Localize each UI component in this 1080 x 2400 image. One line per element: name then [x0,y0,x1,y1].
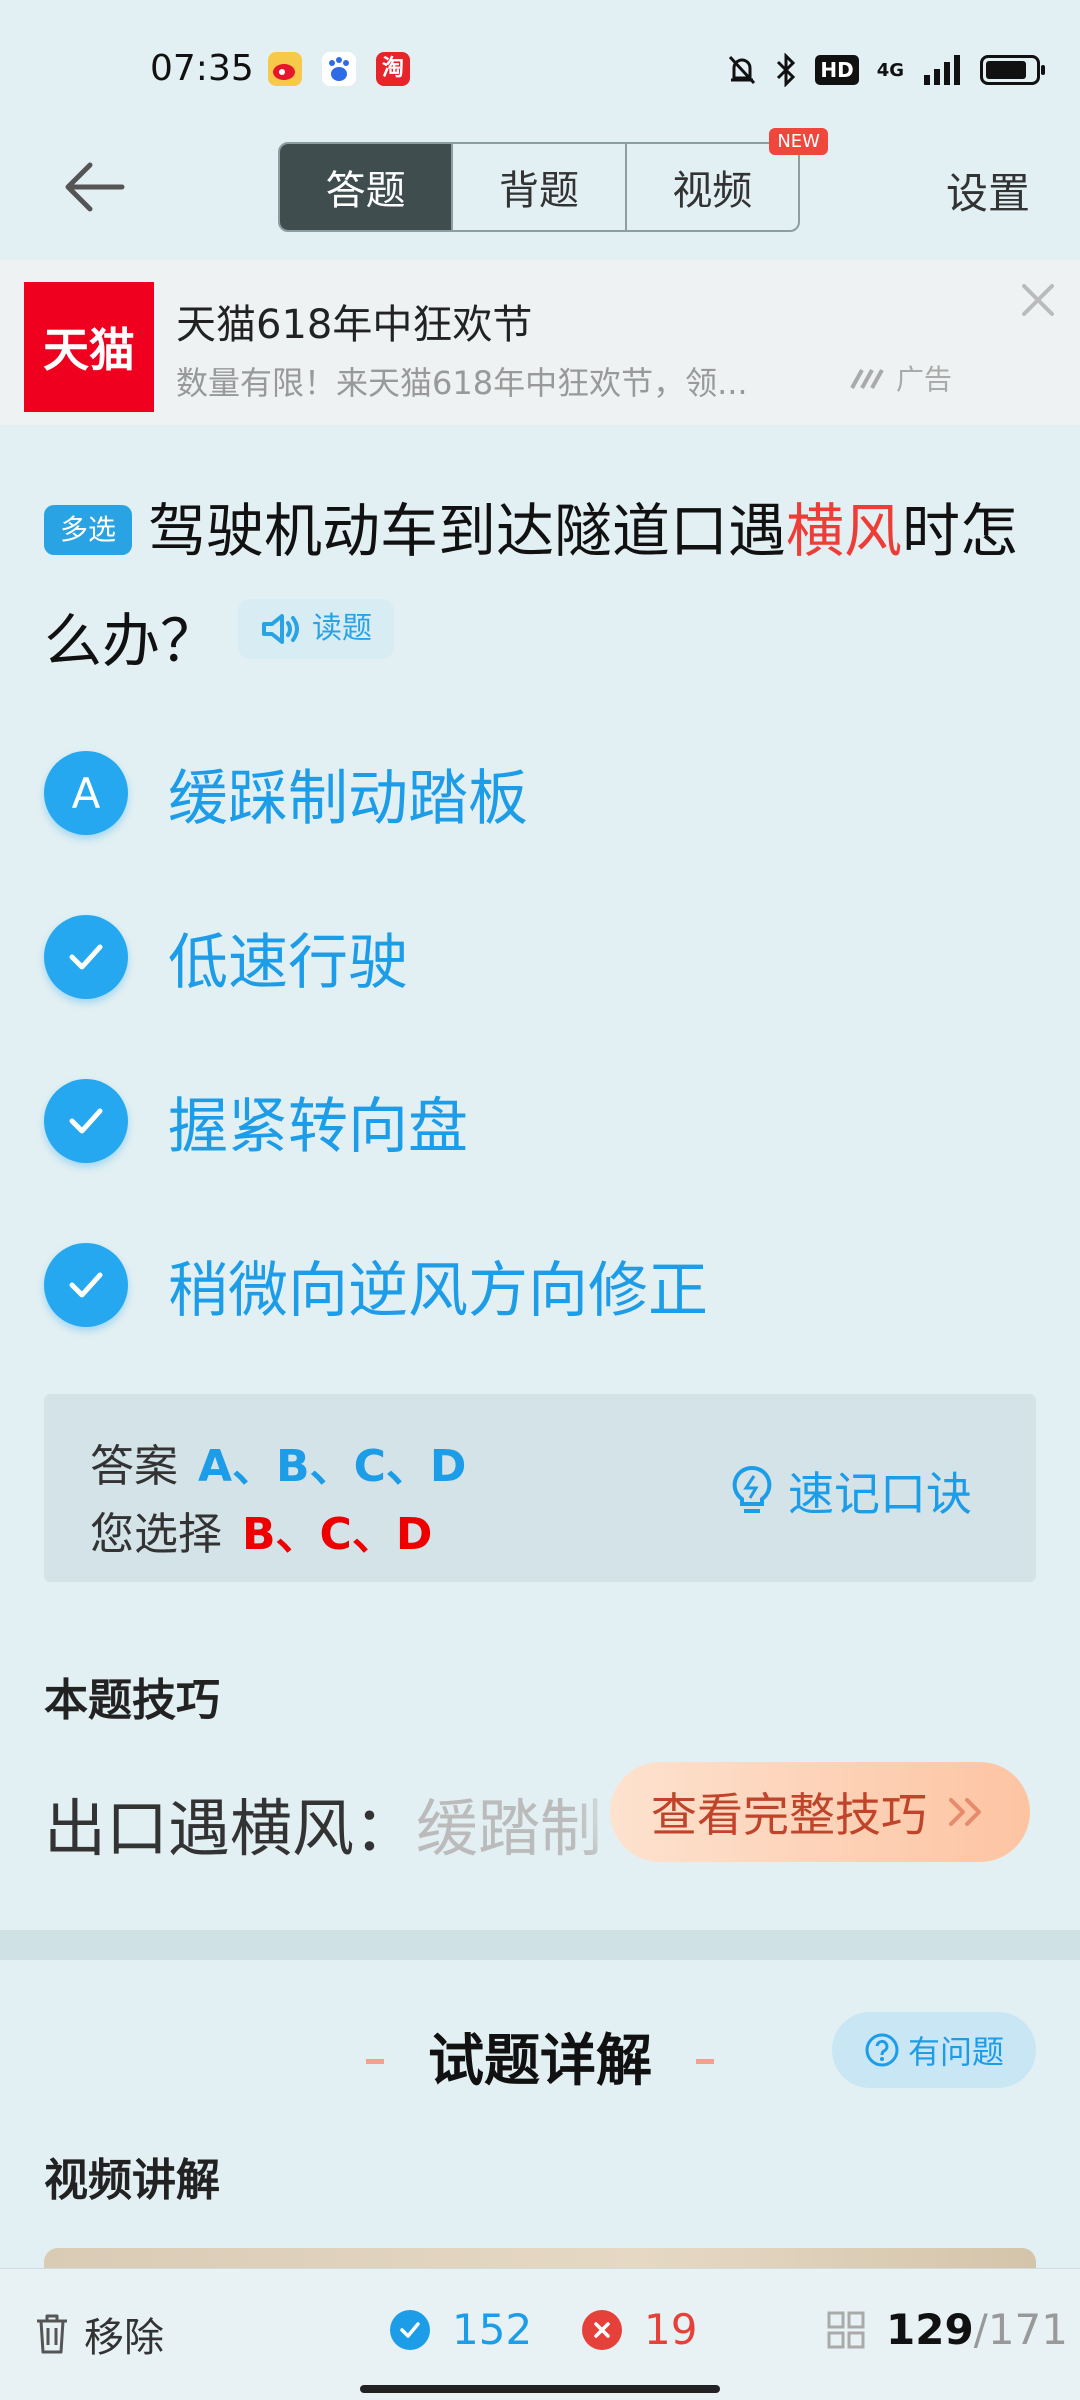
read-question-button[interactable]: 读题 [238,599,395,659]
section-divider [0,1930,1080,1960]
choice-label: 您选择 [90,1509,222,1560]
view-full-tip-button[interactable]: 查看完整技巧 [610,1762,1030,1862]
ad-mark-icon [850,369,884,389]
ad-close-button[interactable] [1018,280,1058,320]
trash-icon [37,2314,67,2354]
back-button[interactable] [60,152,130,222]
check-icon [44,915,128,999]
question-text-part1: 驾驶机动车到达隧道口遇 [148,497,787,565]
question-circle-icon [865,2033,899,2067]
explanation-title-text: 试题详解 [428,2029,652,2094]
ad-title: 天猫618年中狂欢节 [176,302,533,348]
tab-memorize[interactable]: 背题 [451,144,624,230]
progress-total: /171 [973,2305,1068,2354]
ad-description: 数量有限！来天猫618年中狂欢节，领... [176,364,748,402]
read-question-label: 读题 [312,611,373,646]
correct-answer-row: 答案 A、B、C、D [90,1430,466,1494]
tip-heading: 本题技巧 [44,1675,220,1726]
your-choice-row: 您选择 B、C、D [90,1498,432,1562]
network-type: 4G [876,59,904,81]
tip-text-visible: 出口遇横风： [44,1792,417,1865]
speaker-icon [262,614,300,644]
close-icon [1022,284,1054,316]
ad-tag-label: 广告 [896,363,953,396]
correct-count-value: 152 [452,2305,533,2354]
check-icon [44,1243,128,1327]
weibo-icon [268,52,302,86]
battery-icon [980,55,1045,85]
mute-bell-icon [729,55,756,85]
baidu-icon [322,52,356,86]
choice-value: B、C、D [242,1509,433,1560]
title-dash-left [366,2059,384,2064]
hd-badge: HD [815,55,859,85]
tip-text-faded: 缓踏制 [416,1792,603,1865]
wrong-x-icon [582,2309,622,2350]
option-c[interactable]: 握紧转向盘 [44,1076,1044,1166]
report-problem-button[interactable]: 有问题 [832,2012,1036,2088]
report-problem-label: 有问题 [907,2033,1004,2071]
option-c-text: 握紧转向盘 [168,1091,468,1162]
option-a-marker: A [44,751,128,835]
question-progress[interactable]: 129/171 [826,2305,1068,2354]
remove-label: 移除 [84,2315,164,2361]
option-b-text: 低速行驶 [168,927,408,998]
view-full-tip-label: 查看完整技巧 [651,1788,927,1842]
progress-current: 129 [886,2305,974,2354]
double-chevron-right-icon [949,1798,981,1826]
correct-check-icon [390,2309,430,2350]
wrong-count-value: 19 [644,2305,698,2354]
bottom-bar: 移除 152 19 129/171 [0,2268,1080,2400]
signal-icon [924,55,960,85]
status-bar: 07:35 淘 HD 4G [0,0,1080,130]
question-highlight: 横风 [786,497,903,565]
correct-count[interactable]: 152 [390,2305,532,2354]
mnemonic-button[interactable]: 速记口诀 [730,1458,972,1524]
option-a[interactable]: A 缓踩制动踏板 [44,748,1044,838]
wrong-count[interactable]: 19 [582,2305,697,2354]
back-arrow-icon [65,162,125,212]
ad-tag: 广告 [850,358,952,398]
answer-label: 答案 [90,1441,178,1492]
grid-icon [827,2311,865,2348]
bluetooth-icon [777,53,796,87]
question-type-badge: 多选 [44,505,133,555]
check-icon [44,1079,128,1163]
option-b[interactable]: 低速行驶 [44,912,1044,1002]
tab-answer[interactable]: 答题 [280,144,452,230]
tab-video-label: 视频 [672,168,753,214]
status-time: 07:35 [150,48,254,89]
option-a-text: 缓踩制动踏板 [168,763,528,834]
lightbulb-icon [732,1465,772,1513]
ad-logo: 天猫 [24,282,154,412]
video-explanation-heading: 视频讲解 [44,2155,220,2206]
taobao-icon: 淘 [376,52,410,86]
mode-tabs: 答题 背题 视频 NEW [278,128,828,232]
home-indicator[interactable] [360,2385,720,2393]
option-d-text: 稍微向逆风方向修正 [168,1255,708,1326]
mnemonic-label: 速记口诀 [788,1467,972,1521]
new-badge: NEW [769,128,828,155]
question-text: 多选 驾驶机动车到达隧道口遇横风时怎么办？ 读题 [44,476,1044,696]
ad-banner[interactable]: 天猫 天猫618年中狂欢节 数量有限！来天猫618年中狂欢节，领... 广告 [0,260,1080,425]
option-d[interactable]: 稍微向逆风方向修正 [44,1240,1044,1330]
status-icons: HD 4G [727,50,1045,90]
remove-button[interactable]: 移除 [34,2305,164,2363]
title-dash-right [696,2059,714,2064]
answer-value: A、B、C、D [198,1441,467,1492]
tab-video[interactable]: 视频 NEW [624,128,828,230]
answer-box: 答案 A、B、C、D 您选择 B、C、D 速记口诀 [44,1394,1036,1582]
settings-button[interactable]: 设置 [946,160,1030,221]
